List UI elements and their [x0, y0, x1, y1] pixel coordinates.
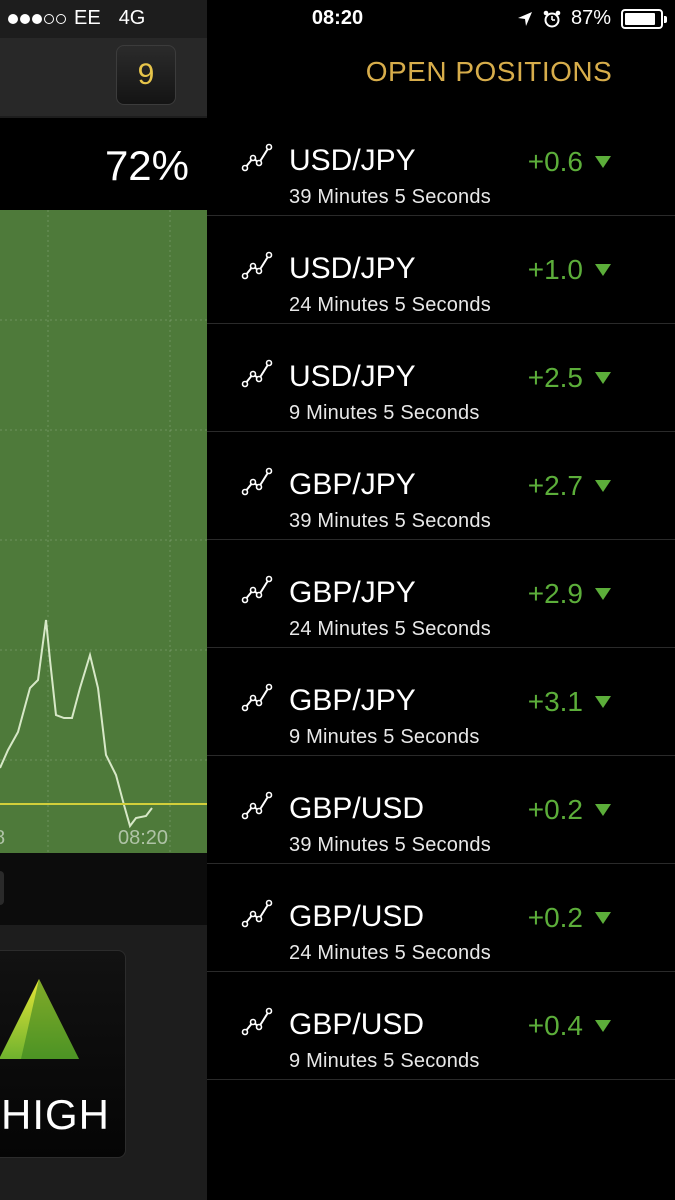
position-pair: GBP/USD — [289, 900, 425, 933]
price-chart-svg — [0, 210, 207, 853]
open-positions-count-button[interactable]: 9 — [116, 45, 176, 105]
line-chart-icon — [241, 899, 273, 928]
high-button-label: HIGH — [1, 1091, 110, 1138]
position-change-value: +3.1 — [527, 686, 583, 717]
triangle-down-icon — [595, 804, 611, 816]
position-change: +0.6 — [528, 146, 611, 178]
position-change: +0.4 — [528, 1010, 611, 1042]
position-change: +1.0 — [528, 254, 611, 286]
position-duration: 39 Minutes 5 Seconds — [289, 834, 491, 856]
position-change-value: +2.7 — [527, 470, 583, 501]
arrow-up-triangle-icon — [0, 979, 79, 1059]
position-pair: USD/JPY — [289, 144, 416, 177]
triangle-down-icon — [595, 480, 611, 492]
payout-percentage: 72% — [104, 142, 189, 189]
position-row[interactable]: GBP/JPY 39 Minutes 5 Seconds +2.7 — [207, 432, 675, 540]
position-row[interactable]: GBP/JPY 9 Minutes 5 Seconds +3.1 — [207, 648, 675, 756]
position-duration: 39 Minutes 5 Seconds — [289, 510, 491, 532]
trade-amount-strip — [0, 853, 207, 925]
position-pair: USD/JPY — [289, 360, 416, 393]
position-change: +2.5 — [528, 362, 611, 394]
status-right: 87% — [517, 7, 667, 30]
trade-panel: 9 72% 8 08:20 — [0, 0, 207, 1200]
position-change-value: +0.4 — [527, 1010, 583, 1041]
position-change: +2.7 — [528, 470, 611, 502]
position-row[interactable]: GBP/JPY 24 Minutes 5 Seconds +2.9 — [207, 540, 675, 648]
high-button[interactable]: HIGH — [0, 950, 126, 1158]
triangle-down-icon — [595, 1020, 611, 1032]
position-change: +0.2 — [528, 902, 611, 934]
position-duration: 9 Minutes 5 Seconds — [289, 1050, 480, 1072]
position-duration: 39 Minutes 5 Seconds — [289, 186, 491, 208]
line-chart-icon — [241, 143, 273, 172]
position-pair: GBP/USD — [289, 1008, 425, 1041]
line-chart-icon — [241, 575, 273, 604]
triangle-down-icon — [595, 372, 611, 384]
position-change-value: +2.9 — [527, 578, 583, 609]
position-pair: GBP/JPY — [289, 684, 416, 717]
position-change-value: +2.5 — [527, 362, 583, 393]
line-chart-icon — [241, 791, 273, 820]
price-line — [0, 619, 153, 829]
chart-time-label: 8 — [0, 827, 5, 850]
position-row[interactable]: GBP/USD 39 Minutes 5 Seconds +0.2 — [207, 756, 675, 864]
position-row[interactable]: GBP/USD 9 Minutes 5 Seconds +0.4 — [207, 972, 675, 1080]
triangle-down-icon — [595, 912, 611, 924]
strip-handle[interactable] — [0, 871, 4, 905]
alarm-icon — [543, 10, 561, 27]
chart-time-label: 08:20 — [118, 827, 169, 849]
battery-icon — [621, 8, 667, 29]
triangle-down-icon — [595, 696, 611, 708]
triangle-down-icon — [595, 264, 611, 276]
location-arrow-icon — [517, 11, 532, 26]
position-change-value: +0.2 — [527, 794, 583, 825]
status-bar: EE 4G 08:20 87% — [0, 0, 675, 38]
line-chart-icon — [241, 1007, 273, 1036]
position-row[interactable]: USD/JPY 9 Minutes 5 Seconds +2.5 — [207, 324, 675, 432]
position-pair: USD/JPY — [289, 252, 416, 285]
triangle-down-icon — [595, 588, 611, 600]
panel-title: OPEN POSITIONS — [365, 56, 613, 87]
position-change-value: +0.2 — [527, 902, 583, 933]
position-change: +3.1 — [528, 686, 611, 718]
position-duration: 24 Minutes 5 Seconds — [289, 942, 491, 964]
position-duration: 24 Minutes 5 Seconds — [289, 618, 491, 640]
position-pair: GBP/JPY — [289, 576, 416, 609]
position-row[interactable]: USD/JPY 24 Minutes 5 Seconds +1.0 — [207, 216, 675, 324]
position-change: +2.9 — [528, 578, 611, 610]
line-chart-icon — [241, 251, 273, 280]
position-pair: GBP/USD — [289, 792, 425, 825]
position-duration: 9 Minutes 5 Seconds — [289, 402, 480, 424]
line-chart-icon — [241, 359, 273, 388]
position-change-value: +1.0 — [527, 254, 583, 285]
position-row[interactable]: GBP/USD 24 Minutes 5 Seconds +0.2 — [207, 864, 675, 972]
position-duration: 9 Minutes 5 Seconds — [289, 726, 480, 748]
line-chart-icon — [241, 467, 273, 496]
position-pair: GBP/JPY — [289, 468, 416, 501]
position-change-value: +0.6 — [527, 146, 583, 177]
triangle-down-icon — [595, 156, 611, 168]
position-row[interactable]: USD/JPY 39 Minutes 5 Seconds +0.6 — [207, 108, 675, 216]
battery-percentage: 87% — [570, 7, 611, 29]
open-positions-panel: OPEN POSITIONS USD/JPY 39 Minutes 5 Secon… — [207, 0, 675, 1200]
line-chart-icon — [241, 683, 273, 712]
position-change: +0.2 — [528, 794, 611, 826]
payout-bar: 72% — [0, 118, 207, 210]
positions-list: USD/JPY 39 Minutes 5 Seconds +0.6 USD/JPY 24… — [207, 108, 675, 1080]
position-duration: 24 Minutes 5 Seconds — [289, 294, 491, 316]
price-chart[interactable]: 8 08:20 — [0, 210, 207, 853]
